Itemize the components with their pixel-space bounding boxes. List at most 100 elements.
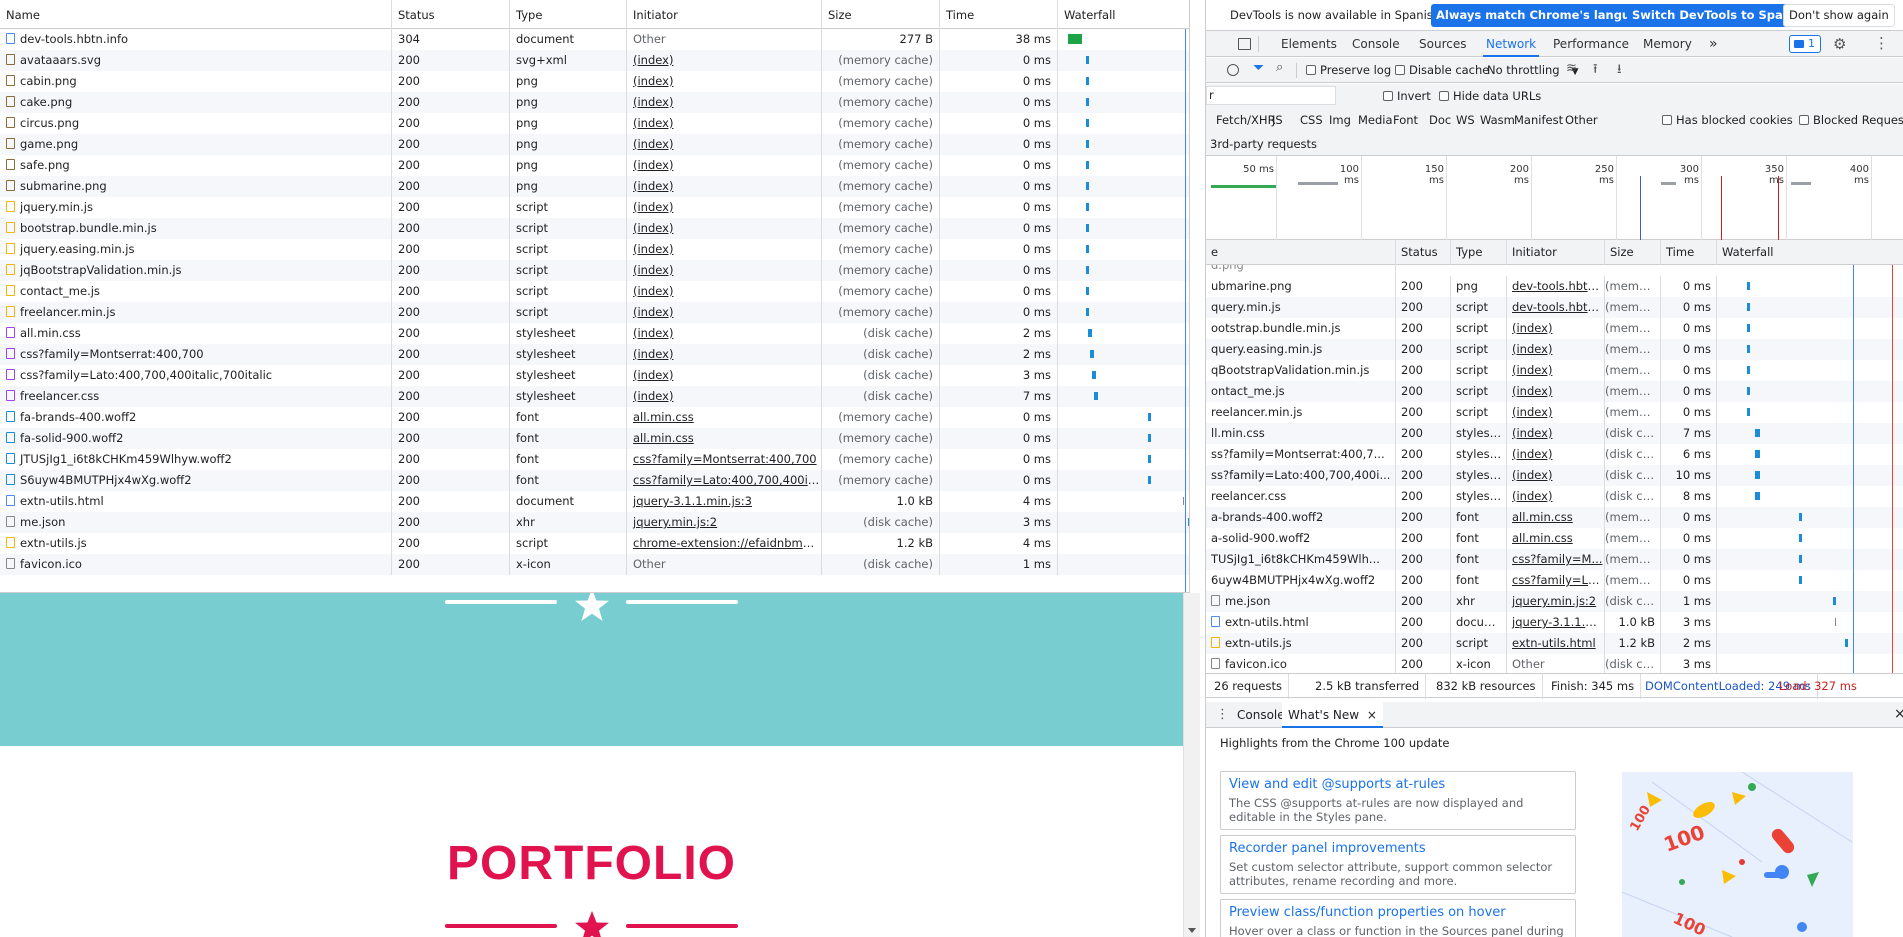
issues-badge[interactable]: 1 (1789, 35, 1821, 53)
cell-initiator[interactable]: (index) (627, 113, 822, 134)
whats-new-card-recorder[interactable]: Recorder panel improvements Set custom s… (1220, 835, 1576, 894)
row-name-text[interactable]: bootstrap.bundle.min.js (20, 221, 157, 235)
col-time[interactable]: Time (1661, 240, 1717, 265)
col-waterfall[interactable]: Waterfall (1717, 240, 1903, 265)
table-row[interactable]: qBootstrapValidation.min.js 200 script (ind… (1206, 360, 1903, 381)
throttling-select[interactable]: No throttling ▼ (1487, 63, 1579, 77)
cell-initiator[interactable]: (index) (627, 155, 822, 176)
col-name[interactable]: Name (0, 0, 392, 29)
whats-new-card-preview[interactable]: Preview class/function properties on hov… (1220, 899, 1576, 937)
cell-initiator[interactable]: (index) (627, 176, 822, 197)
row-name-text[interactable]: cabin.png (20, 74, 77, 88)
col-initiator[interactable]: Initiator (1507, 240, 1605, 265)
table-row[interactable]: 6uyw4BMUTPHjx4wXg.woff2 200 font css?family… (1206, 570, 1903, 591)
row-name-text[interactable]: cake.png (20, 95, 72, 109)
row-name-text[interactable]: reelancer.min.js (1211, 405, 1302, 419)
row-name-text[interactable]: contact_me.js (20, 284, 100, 298)
col-size[interactable]: Size (1605, 240, 1661, 265)
cell-initiator[interactable]: jquery-3.1.1.min.js:3 (627, 491, 822, 512)
col-status[interactable]: Status (1396, 240, 1451, 265)
network-overview-timeline[interactable]: 50 ms 100 ms 150 ms 200 ms 250 ms 300 ms 350 m… (1206, 156, 1903, 240)
row-name-text[interactable]: S6uyw4BMUTPHjx4wXg.woff2 (20, 473, 192, 487)
row-name-text[interactable]: JTUSjIg1_i6t8kCHKm459Wlhyw.woff2 (20, 452, 232, 466)
row-name-text[interactable]: me.json (20, 515, 65, 529)
table-row[interactable]: extn-utils.html 200 docum... jquery-3.1.1.m… (1206, 612, 1903, 633)
cell-initiator[interactable]: (index) (1507, 465, 1605, 486)
cell-initiator[interactable]: (index) (627, 197, 822, 218)
table-row[interactable]: extn-utils.html 200 document jquery-3.1.1.m… (0, 491, 1189, 512)
row-name-text[interactable]: extn-utils.js (20, 536, 87, 550)
table-row[interactable]: bootstrap.bundle.min.js 200 script (index)(… (0, 218, 1189, 239)
row-name-text[interactable]: 6uyw4BMUTPHjx4wXg.woff2 (1211, 573, 1375, 587)
tab-memory[interactable]: Memory (1643, 31, 1692, 57)
row-name-text[interactable]: favicon.ico (1225, 657, 1287, 671)
table-row[interactable]: S6uyw4BMUTPHjx4wXg.woff2 200 font css?famil… (0, 470, 1189, 491)
type-filter-wasm[interactable]: Wasm (1480, 108, 1515, 132)
row-name-text[interactable]: avataaars.svg (20, 53, 101, 67)
cell-initiator[interactable]: all.min.css (627, 407, 822, 428)
more-tabs-chevron-icon[interactable]: » (1709, 31, 1718, 57)
col-status[interactable]: Status (392, 0, 510, 29)
cell-initiator[interactable]: (index) (627, 365, 822, 386)
table-row[interactable]: cabin.png 200 png (index) (memory cache) 0 ms (0, 71, 1189, 92)
col-time[interactable]: Time (940, 0, 1058, 29)
table-row[interactable]: ss?family=Montserrat:400,7... 200 stylesh.… (1206, 444, 1903, 465)
table-row[interactable]: freelancer.css 200 stylesheet (index) (disk … (0, 386, 1189, 407)
col-type[interactable]: Type (510, 0, 627, 29)
cell-initiator[interactable]: (index) (1507, 486, 1605, 507)
table-row[interactable]: all.min.css 200 stylesheet (index) (disk cac… (0, 323, 1189, 344)
row-name-text[interactable]: css?family=Lato:400,700,400italic,700ita… (20, 368, 272, 382)
table-row[interactable]: query.min.js 200 script dev-tools.hbtn... (m… (1206, 297, 1903, 318)
cell-initiator[interactable]: (index) (627, 239, 822, 260)
card-title[interactable]: Recorder panel improvements (1229, 841, 1567, 856)
cell-initiator[interactable]: (index) (627, 344, 822, 365)
table-row[interactable]: favicon.ico 200 x-icon Other (disk ca... 3 ms (1206, 654, 1903, 673)
cell-initiator[interactable]: chrome-extension://efaidnbmnn... (627, 533, 822, 554)
table-row[interactable]: ll.min.css 200 stylesh... (index) (disk ca..… (1206, 423, 1903, 444)
cell-initiator[interactable]: (index) (627, 92, 822, 113)
hide-data-urls-checkbox[interactable]: Hide data URLs (1439, 89, 1541, 103)
scroll-down-arrow-icon[interactable] (1188, 928, 1196, 933)
settings-gear-icon[interactable]: ⚙ (1833, 35, 1846, 53)
close-tab-icon[interactable]: × (1367, 708, 1377, 722)
blocked-cookies-checkbox[interactable]: Has blocked cookies (1662, 113, 1793, 127)
preserve-log-checkbox[interactable]: Preserve log (1306, 63, 1391, 77)
table-row[interactable]: circus.png 200 png (index) (memory cache) 0 m… (0, 113, 1189, 134)
cell-initiator[interactable]: (index) (627, 134, 822, 155)
third-party-checkbox[interactable]: 3rd-party requests (1210, 137, 1317, 151)
col-name[interactable]: e (1206, 240, 1396, 265)
cell-initiator[interactable]: extn-utils.html (1507, 633, 1605, 654)
row-name-text[interactable]: jqBootstrapValidation.min.js (20, 263, 182, 277)
type-filter-css[interactable]: CSS (1300, 108, 1323, 132)
table-row[interactable]: reelancer.css 200 stylesh... (index) (disk c… (1206, 486, 1903, 507)
table-row[interactable]: dev-tools.hbtn.info 304 document Other 277 B… (0, 29, 1189, 50)
cell-initiator[interactable]: (index) (1507, 360, 1605, 381)
table-row[interactable]: fa-solid-900.woff2 200 font all.min.css (mem… (0, 428, 1189, 449)
cell-initiator[interactable]: (index) (1507, 381, 1605, 402)
cell-initiator[interactable]: (index) (1507, 339, 1605, 360)
cell-initiator[interactable]: (index) (627, 323, 822, 344)
wifi-conditions-icon[interactable]: ≋ (1566, 61, 1577, 76)
row-name-text[interactable]: fa-solid-900.woff2 (20, 431, 123, 445)
dock-side-icon[interactable] (1238, 38, 1251, 50)
table-row[interactable]: jquery.easing.min.js 200 script (index) (mem… (0, 239, 1189, 260)
type-filter-media[interactable]: Media (1358, 108, 1393, 132)
drawer-tab-console[interactable]: Console (1237, 708, 1285, 722)
table-row[interactable]: me.json 200 xhr jquery.min.js:2 (disk ca... 1… (1206, 591, 1903, 612)
tab-elements[interactable]: Elements (1281, 31, 1337, 57)
cell-initiator[interactable]: (index) (627, 218, 822, 239)
type-filter-manifest[interactable]: Manifest (1514, 108, 1563, 132)
row-name-text[interactable]: jquery.easing.min.js (20, 242, 135, 256)
cell-initiator[interactable]: css?family=M... (1507, 549, 1605, 570)
card-title[interactable]: Preview class/function properties on hov… (1229, 905, 1567, 920)
type-filter-js[interactable]: JS (1272, 108, 1283, 132)
table-row[interactable]: freelancer.min.js 200 script (index) (memory… (0, 302, 1189, 323)
table-row[interactable]: ubmarine.png 200 png dev-tools.hbtn... (memo… (1206, 276, 1903, 297)
table-row[interactable]: query.easing.min.js 200 script (index) (memo… (1206, 339, 1903, 360)
page-scrollbar[interactable] (1183, 593, 1200, 937)
row-name-text[interactable]: submarine.png (20, 179, 107, 193)
table-row[interactable]: cake.png 200 png (index) (memory cache) 0 ms (0, 92, 1189, 113)
card-title[interactable]: View and edit @supports at-rules (1229, 777, 1567, 792)
row-name-text[interactable]: extn-utils.js (1225, 636, 1292, 650)
cell-initiator[interactable]: jquery.min.js:2 (1507, 591, 1605, 612)
